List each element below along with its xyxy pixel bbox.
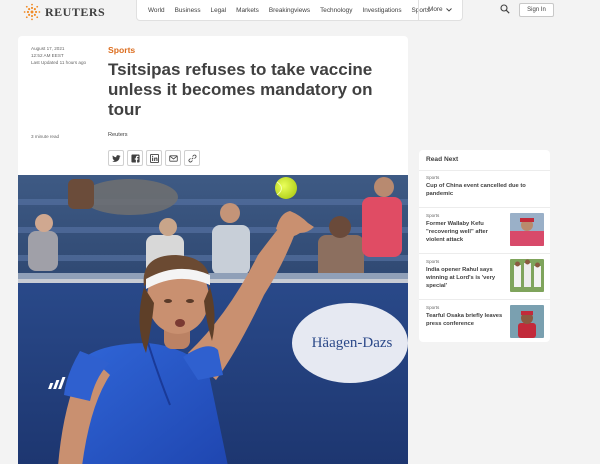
read-next-headline: Cup of China event cancelled due to pand… [426, 183, 526, 197]
read-time: 3 minute read [31, 134, 60, 139]
reuters-logo-icon [23, 3, 41, 21]
article-time: 12:52 AM EEST [31, 53, 64, 58]
nav-item-technology[interactable]: Technology [320, 7, 352, 14]
read-next-thumbnail [510, 259, 544, 292]
share-email-button[interactable] [165, 150, 181, 166]
nav-item-markets[interactable]: Markets [236, 7, 259, 14]
read-next-thumbnail [510, 213, 544, 246]
twitter-icon [111, 154, 121, 162]
chevron-down-icon [445, 7, 452, 12]
article-headline: Tsitsipas refuses to take vaccine unless… [108, 60, 373, 119]
read-next-headline: Former Wallaby Kefu "recovering well" af… [426, 221, 488, 243]
read-next-headline: India opener Rahul says winning at Lord'… [426, 267, 496, 289]
nav-item-world[interactable]: World [148, 7, 165, 14]
share-linkedin-button[interactable] [146, 150, 162, 166]
photo-sponsor-text: Häagen-Dazs [312, 335, 393, 351]
share-twitter-button[interactable] [108, 150, 124, 166]
article-updated: Last Updated 11 hours ago [31, 60, 87, 65]
read-next-category: Sports [426, 213, 440, 218]
read-next-category: Sports [426, 259, 440, 264]
sign-in-button[interactable]: Sign In [519, 3, 554, 17]
read-next-headline: Tearful Osaka briefly leaves press confe… [426, 313, 503, 327]
brand-name: REUTERS [45, 4, 106, 19]
article-byline: Reuters [108, 132, 128, 138]
nav-divider [418, 0, 419, 21]
article-category[interactable]: Sports [108, 45, 135, 55]
article-card: August 17, 2021 12:52 AM EEST Last Updat… [18, 36, 408, 464]
share-link-button[interactable] [184, 150, 200, 166]
email-icon [168, 154, 178, 162]
nav-item-investigations[interactable]: Investigations [362, 7, 401, 14]
nav-item-breakingviews[interactable]: Breakingviews [269, 7, 310, 14]
nav-more-button[interactable]: More [428, 6, 452, 13]
article-date: August 17, 2021 [31, 46, 65, 51]
share-facebook-button[interactable] [127, 150, 143, 166]
hero-photo-illustration: Häagen-Dazs [18, 175, 408, 464]
read-next-category: Sports [426, 175, 440, 180]
nav-more-label: More [428, 6, 443, 13]
read-next-title: Read Next [426, 156, 459, 163]
link-icon [188, 154, 196, 162]
reuters-logo[interactable]: REUTERS [23, 3, 105, 21]
read-next-item[interactable]: Sports Former Wallaby Kefu "recovering w… [419, 207, 550, 253]
read-next-panel: Read Next Sports Cup of China event canc… [419, 150, 550, 342]
hero-photo: Häagen-Dazs [18, 175, 408, 464]
nav-item-business[interactable]: Business [175, 7, 201, 14]
nav-item-legal[interactable]: Legal [211, 7, 227, 14]
read-next-item[interactable]: Sports Cup of China event cancelled due … [419, 170, 550, 207]
facebook-icon [130, 153, 140, 163]
search-icon[interactable] [500, 4, 510, 14]
linkedin-icon [149, 153, 159, 163]
read-next-thumbnail [510, 305, 544, 338]
article-meta: August 17, 2021 12:52 AM EEST Last Updat… [31, 45, 86, 66]
read-next-item[interactable]: Sports Tearful Osaka briefly leaves pres… [419, 299, 550, 342]
share-bar [108, 150, 200, 166]
main-nav: World Business Legal Markets Breakingvie… [136, 0, 463, 21]
read-next-item[interactable]: Sports India opener Rahul says winning a… [419, 253, 550, 299]
read-next-category: Sports [426, 305, 440, 310]
